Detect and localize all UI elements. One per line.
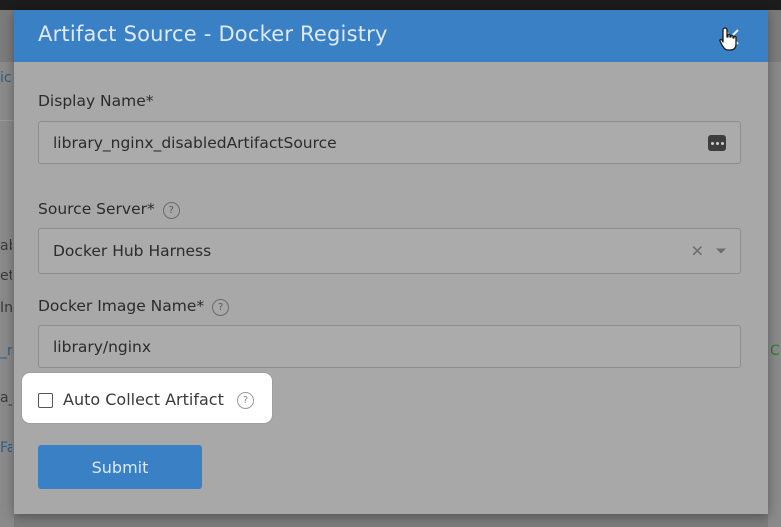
chevron-down-icon[interactable] [716, 248, 726, 254]
display-name-input[interactable]: library_nginx_disabledArtifactSource [38, 121, 741, 164]
docker-image-name-value: library/nginx [53, 337, 152, 356]
background-divider [0, 120, 14, 121]
background-text-fragment: Fa [0, 440, 12, 456]
background-right-strip [768, 62, 781, 527]
source-server-label: Source Server*? [38, 200, 180, 219]
background-text-fragment: ab [0, 238, 12, 254]
clear-x-icon[interactable]: ✕ [691, 242, 704, 261]
display-name-label: Display Name* [38, 92, 154, 110]
hand-pointer-icon [719, 27, 737, 51]
background-left-strip [0, 62, 14, 527]
source-server-select[interactable]: Docker Hub Harness ✕ [38, 228, 741, 274]
background-text-fragment: ic [0, 70, 12, 86]
dots-menu-icon[interactable] [708, 134, 726, 151]
background-text-fragment: _r [0, 343, 12, 359]
help-icon[interactable]: ? [162, 202, 180, 219]
background-text-fragment: a_ [0, 390, 12, 406]
dialog-header: Artifact Source - Docker Registry [14, 10, 768, 62]
docker-image-name-label: Docker Image Name*? [38, 297, 230, 316]
display-name-value: library_nginx_disabledArtifactSource [53, 133, 337, 152]
docker-image-name-label-text: Docker Image Name* [38, 297, 205, 315]
help-icon[interactable]: ? [212, 299, 230, 316]
source-server-label-text: Source Server* [38, 200, 155, 218]
background-text-fragment: C [770, 343, 780, 359]
top-bar [0, 0, 781, 10]
source-server-value: Docker Hub Harness [53, 242, 212, 260]
docker-image-name-input[interactable]: library/nginx [38, 325, 741, 368]
auto-collect-checkbox[interactable] [38, 393, 53, 408]
auto-collect-label: Auto Collect Artifact [63, 390, 224, 409]
background-text-fragment: et [0, 268, 12, 284]
submit-button[interactable]: Submit [38, 445, 202, 489]
help-icon[interactable]: ? [237, 392, 254, 409]
dialog-title: Artifact Source - Docker Registry [38, 22, 388, 46]
background-text-fragment: In [0, 300, 12, 316]
artifact-source-dialog: Artifact Source - Docker Registry Displa… [14, 10, 768, 514]
